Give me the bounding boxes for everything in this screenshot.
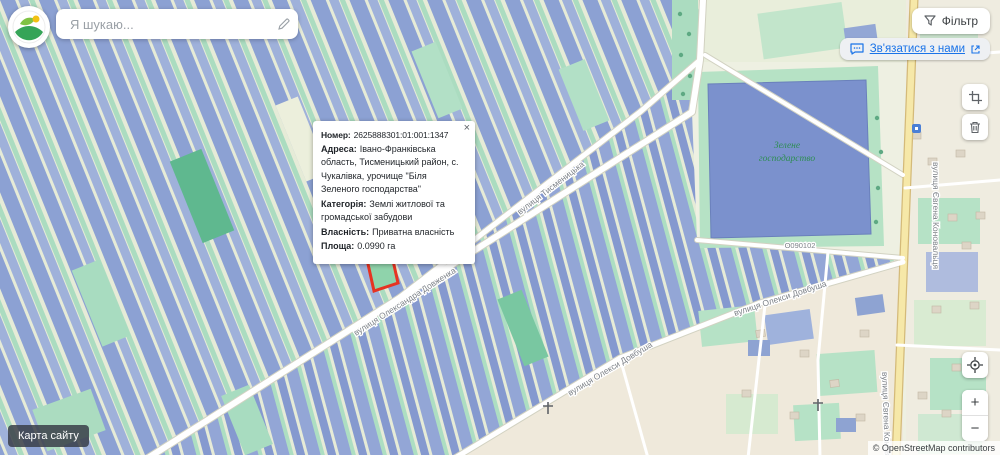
search-input[interactable]: [68, 15, 277, 33]
locate-button[interactable]: [962, 352, 988, 378]
logo-icon: [12, 10, 46, 44]
contact-button-label: Зв'язатися з нами: [869, 43, 965, 55]
logo[interactable]: [8, 6, 50, 48]
search-bar: [56, 9, 298, 39]
filter-button[interactable]: Фільтр: [911, 8, 990, 34]
parcel-info-popup: × Номер: 2625888301:01:001:1347 Адреса: Ів…: [313, 121, 475, 264]
field-label: Площа:: [321, 241, 355, 252]
site-map-button[interactable]: Карта сайту: [8, 425, 89, 447]
app-window: вулиця Олександра Довженка вулиця Тисмен…: [0, 0, 1000, 455]
zoom-out-button[interactable]: −: [962, 416, 988, 441]
edit-icon[interactable]: [277, 17, 290, 31]
popup-field-category: Категорія: Землі житлової та громадської …: [321, 198, 467, 225]
close-icon[interactable]: ×: [462, 121, 472, 136]
crop-icon: [968, 90, 982, 104]
external-link-icon: [971, 44, 980, 54]
filter-icon: [924, 15, 936, 26]
svg-text:Зелене: Зелене: [774, 141, 800, 151]
zoom-panel: + −: [962, 390, 988, 441]
road-code-label: О090102: [785, 241, 816, 250]
field-label: Адреса:: [321, 143, 357, 154]
delete-button[interactable]: [962, 114, 988, 140]
filter-button-label: Фільтр: [941, 14, 978, 28]
zoom-in-button[interactable]: +: [962, 390, 988, 415]
field-label: Номер:: [321, 130, 351, 140]
popup-field-ownership: Власність: Приватна власність: [321, 226, 467, 240]
popup-field-area: Площа: 0.0990 га: [321, 240, 467, 254]
field-label: Власність:: [321, 226, 370, 237]
contact-button[interactable]: Зв'язатися з нами: [839, 38, 990, 60]
measure-area-button[interactable]: [962, 84, 988, 110]
bus-stop-icon: [912, 124, 921, 133]
field-value: 0.0990 га: [357, 241, 396, 252]
chat-icon: [850, 43, 864, 55]
map-canvas[interactable]: вулиця Олександра Довженка вулиця Тисмен…: [0, 0, 1000, 455]
svg-text:господарство: господарство: [759, 153, 815, 164]
locate-icon: [967, 357, 983, 373]
trash-icon: [970, 121, 980, 133]
urban-right-strip: [906, 0, 1000, 455]
popup-field-number: Номер: 2625888301:01:001:1347: [321, 129, 467, 142]
field-value: 2625888301:01:001:1347: [353, 130, 449, 140]
street-label-konovaltsia-1: вулиця Євгена Коновальця: [931, 162, 941, 269]
field-value: Приватна власність: [372, 226, 455, 237]
field-label: Категорія:: [321, 198, 367, 209]
osm-attribution[interactable]: © OpenStreetMap contributors: [867, 441, 1000, 455]
popup-field-address: Адреса: Івано-Франківська область, Тисмен…: [321, 143, 467, 197]
